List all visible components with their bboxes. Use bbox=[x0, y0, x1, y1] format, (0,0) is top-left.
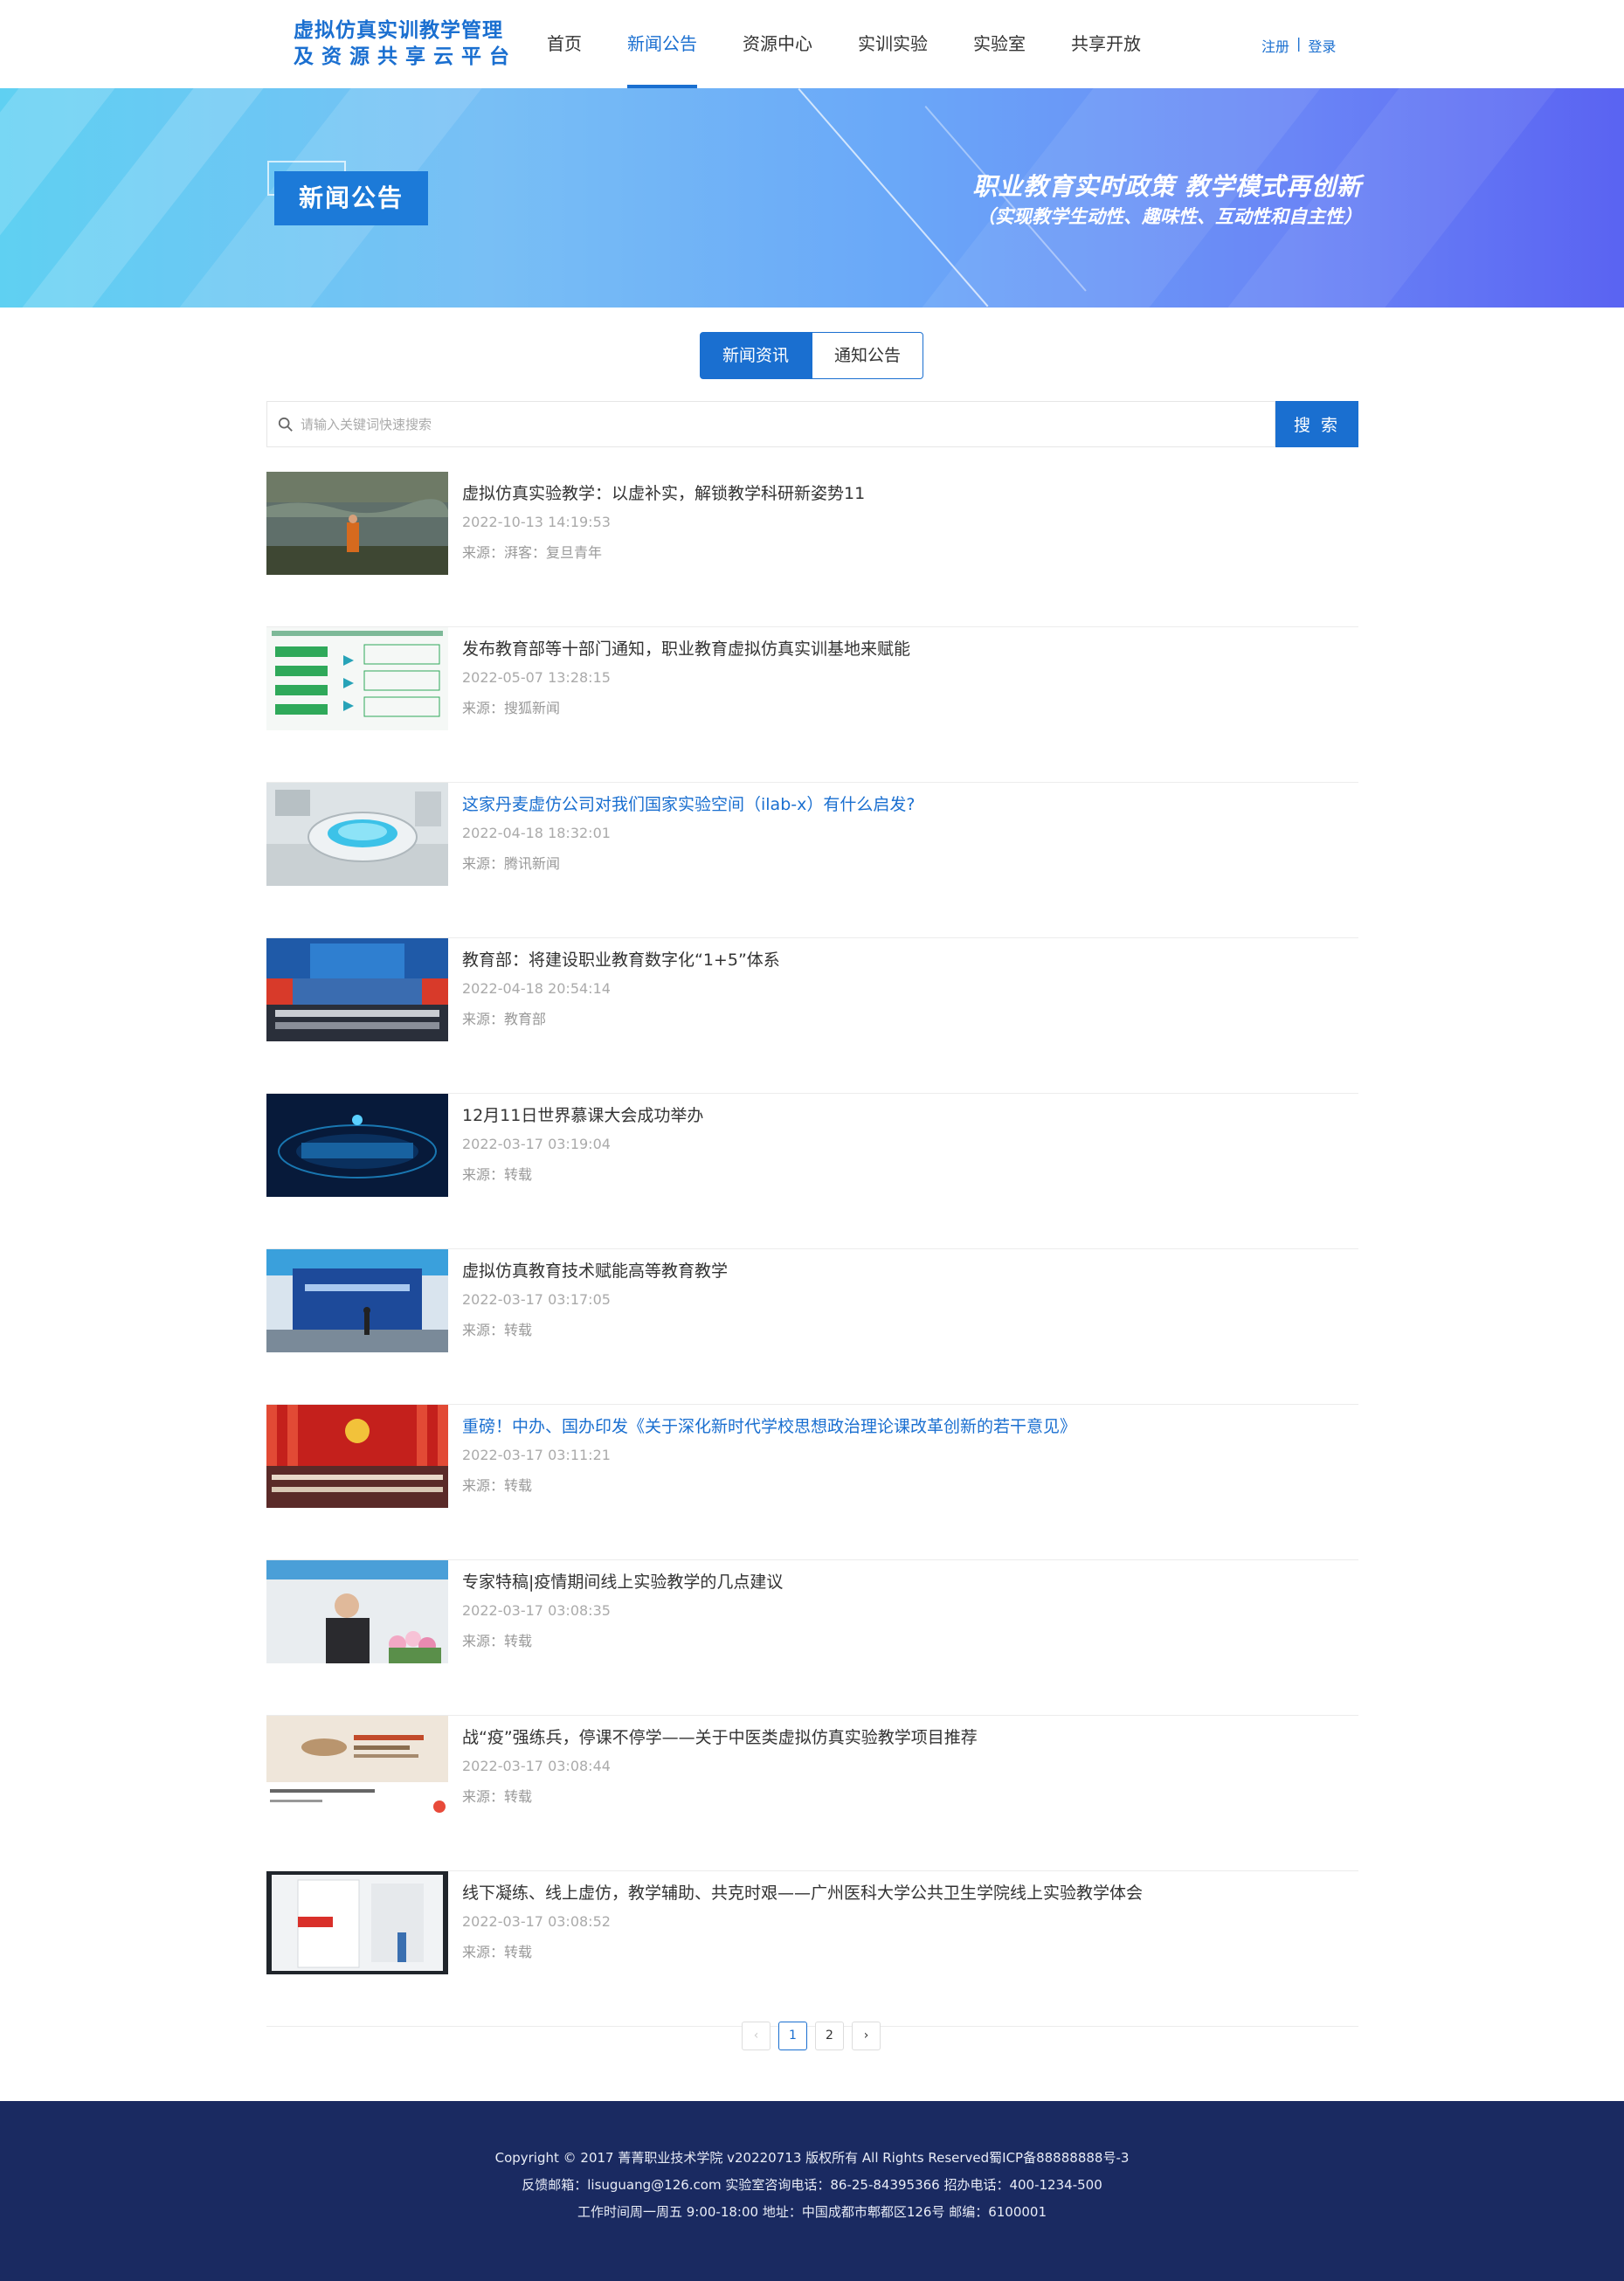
prev-page-button[interactable]: ‹ bbox=[742, 2022, 771, 2050]
news-banner bbox=[0, 88, 1624, 308]
news-title[interactable]: 虚拟仿真教育技术赋能高等教育教学 bbox=[462, 1260, 728, 1282]
news-item: 发布教育部等十部门通知，职业教育虚拟仿真实训基地来赋能 2022-05-07 1… bbox=[266, 627, 1358, 783]
slogan-line1: 职业教育实时政策 教学模式再创新 bbox=[972, 172, 1362, 201]
news-source: 来源：腾讯新闻 bbox=[462, 855, 561, 872]
news-item: 12月11日世界慕课大会成功举办 2022-03-17 03:19:04 来源：… bbox=[266, 1094, 1358, 1249]
banner-slogan: 职业教育实时政策 教学模式再创新 （实现教学生动性、趣味性、互动性和自主性） bbox=[972, 170, 1362, 230]
news-date: 2022-03-17 03:08:52 bbox=[462, 1913, 611, 1930]
news-thumbnail[interactable] bbox=[266, 472, 448, 575]
news-item: 专家特稿|疫情期间线上实验教学的几点建议 2022-03-17 03:08:35… bbox=[266, 1560, 1358, 1716]
news-date: 2022-03-17 03:08:35 bbox=[462, 1602, 611, 1619]
nav-sharing[interactable]: 共享开放 bbox=[1071, 0, 1141, 88]
news-thumbnail[interactable] bbox=[266, 783, 448, 886]
register-link[interactable]: 注册 bbox=[1261, 35, 1289, 56]
search-box bbox=[266, 401, 1275, 447]
search-input[interactable] bbox=[301, 416, 1275, 432]
banner-tag: 新闻公告 bbox=[274, 171, 428, 225]
news-info: 虚拟仿真教育技术赋能高等教育教学 2022-03-17 03:17:05 来源：… bbox=[462, 1260, 728, 1340]
news-date: 2022-03-17 03:17:05 bbox=[462, 1291, 611, 1308]
news-source: 来源：转载 bbox=[462, 1633, 533, 1649]
news-item: 战“疫”强练兵，停课不停学——关于中医类虚拟仿真实验教学项目推荐 2022-03… bbox=[266, 1716, 1358, 1871]
news-info: 虚拟仿真实验教学：以虚补实，解锁教学科研新姿势11 2022-10-13 14:… bbox=[462, 482, 865, 563]
auth-links: 注册 | 登录 bbox=[1261, 35, 1336, 56]
news-title[interactable]: 专家特稿|疫情期间线上实验教学的几点建议 bbox=[462, 1571, 783, 1593]
news-source: 来源：转载 bbox=[462, 1944, 533, 1960]
news-item: 重磅！中办、国办印发《关于深化新时代学校思想政治理论课改革创新的若干意见》 20… bbox=[266, 1405, 1358, 1560]
news-info: 专家特稿|疫情期间线上实验教学的几点建议 2022-03-17 03:08:35… bbox=[462, 1571, 783, 1651]
pagination: ‹ 1 2 › bbox=[742, 2022, 881, 2050]
tab-notice[interactable]: 通知公告 bbox=[812, 332, 923, 379]
page-1-button[interactable]: 1 bbox=[778, 2022, 807, 2050]
news-title[interactable]: 线下凝练、线上虚仿，教学辅助、共克时艰——广州医科大学公共卫生学院线上实验教学体… bbox=[462, 1882, 1143, 1904]
banner-line bbox=[798, 88, 989, 308]
logo-line2: 及资源共享云平台 bbox=[294, 45, 517, 68]
news-date: 2022-03-17 03:19:04 bbox=[462, 1136, 611, 1152]
news-source: 来源：搜狐新闻 bbox=[462, 700, 561, 716]
news-thumbnail[interactable] bbox=[266, 1560, 448, 1663]
news-source: 来源：转载 bbox=[462, 1477, 533, 1494]
news-info: 12月11日世界慕课大会成功举办 2022-03-17 03:19:04 来源：… bbox=[462, 1104, 703, 1185]
footer-address: 工作时间周一周五 9:00-18:00 地址：中国成都市郫都区126号 邮编：6… bbox=[577, 2204, 1047, 2220]
header: 虚拟仿真实训教学管理 及资源共享云平台 首页 新闻公告 资源中心 实训实验 实验… bbox=[0, 0, 1624, 88]
news-item: 教育部：将建设职业教育数字化“1+5”体系 2022-04-18 20:54:1… bbox=[266, 938, 1358, 1094]
news-info: 这家丹麦虚仿公司对我们国家实验空间（ilab-x）有什么启发? 2022-04-… bbox=[462, 793, 915, 874]
news-date: 2022-05-07 13:28:15 bbox=[462, 669, 611, 686]
news-info: 重磅！中办、国办印发《关于深化新时代学校思想政治理论课改革创新的若干意见》 20… bbox=[462, 1415, 1076, 1496]
news-item: 这家丹麦虚仿公司对我们国家实验空间（ilab-x）有什么启发? 2022-04-… bbox=[266, 783, 1358, 938]
news-title[interactable]: 战“疫”强练兵，停课不停学——关于中医类虚拟仿真实验教学项目推荐 bbox=[462, 1726, 978, 1749]
news-source: 来源：转载 bbox=[462, 1322, 533, 1338]
news-date: 2022-04-18 18:32:01 bbox=[462, 825, 611, 841]
site-logo[interactable]: 虚拟仿真实训教学管理 及资源共享云平台 bbox=[294, 17, 522, 70]
footer-copyright: Copyright © 2017 菁菁职业技术学院 v20220713 版权所有… bbox=[494, 2150, 1130, 2166]
news-title[interactable]: 重磅！中办、国办印发《关于深化新时代学校思想政治理论课改革创新的若干意见》 bbox=[462, 1415, 1076, 1438]
logo-line1: 虚拟仿真实训教学管理 bbox=[294, 19, 503, 42]
footer-contact: 反馈邮箱：lisuguang@126.com 实验室咨询电话：86-25-843… bbox=[522, 2177, 1102, 2193]
news-thumbnail[interactable] bbox=[266, 1094, 448, 1197]
news-tabs: 新闻资讯 通知公告 bbox=[700, 332, 923, 379]
news-item: 虚拟仿真实验教学：以虚补实，解锁教学科研新姿势11 2022-10-13 14:… bbox=[266, 472, 1358, 627]
search-button[interactable]: 搜 索 bbox=[1275, 401, 1358, 447]
news-date: 2022-04-18 20:54:14 bbox=[462, 980, 611, 997]
news-thumbnail[interactable] bbox=[266, 1405, 448, 1508]
news-date: 2022-03-17 03:08:44 bbox=[462, 1758, 611, 1774]
next-page-button[interactable]: › bbox=[852, 2022, 881, 2050]
news-title[interactable]: 虚拟仿真实验教学：以虚补实，解锁教学科研新姿势11 bbox=[462, 482, 865, 505]
news-source: 来源：教育部 bbox=[462, 1011, 547, 1027]
slogan-line2: （实现教学生动性、趣味性、互动性和自主性） bbox=[977, 206, 1362, 227]
news-source: 来源：转载 bbox=[462, 1166, 533, 1183]
nav-lab[interactable]: 实验室 bbox=[973, 0, 1026, 88]
news-list: 虚拟仿真实验教学：以虚补实，解锁教学科研新姿势11 2022-10-13 14:… bbox=[266, 472, 1358, 2027]
news-title[interactable]: 这家丹麦虚仿公司对我们国家实验空间（ilab-x）有什么启发? bbox=[462, 793, 915, 816]
nav-training[interactable]: 实训实验 bbox=[858, 0, 928, 88]
main-nav: 首页 新闻公告 资源中心 实训实验 实验室 共享开放 bbox=[547, 0, 1186, 88]
news-title[interactable]: 12月11日世界慕课大会成功举办 bbox=[462, 1104, 703, 1127]
news-thumbnail[interactable] bbox=[266, 1716, 448, 1819]
news-date: 2022-10-13 14:19:53 bbox=[462, 514, 611, 530]
nav-home[interactable]: 首页 bbox=[547, 0, 582, 88]
nav-resources[interactable]: 资源中心 bbox=[743, 0, 812, 88]
search-bar: 搜 索 bbox=[266, 401, 1358, 447]
tab-news[interactable]: 新闻资讯 bbox=[700, 332, 812, 379]
search-icon bbox=[278, 417, 293, 432]
nav-news[interactable]: 新闻公告 bbox=[627, 0, 697, 88]
news-source: 来源：转载 bbox=[462, 1788, 533, 1805]
news-info: 战“疫”强练兵，停课不停学——关于中医类虚拟仿真实验教学项目推荐 2022-03… bbox=[462, 1726, 978, 1807]
news-item: 虚拟仿真教育技术赋能高等教育教学 2022-03-17 03:17:05 来源：… bbox=[266, 1249, 1358, 1405]
news-thumbnail[interactable] bbox=[266, 1249, 448, 1352]
page-2-button[interactable]: 2 bbox=[815, 2022, 844, 2050]
news-item: 线下凝练、线上虚仿，教学辅助、共克时艰——广州医科大学公共卫生学院线上实验教学体… bbox=[266, 1871, 1358, 2027]
footer: Copyright © 2017 菁菁职业技术学院 v20220713 版权所有… bbox=[0, 2101, 1624, 2281]
news-thumbnail[interactable] bbox=[266, 627, 448, 730]
news-info: 教育部：将建设职业教育数字化“1+5”体系 2022-04-18 20:54:1… bbox=[462, 949, 780, 1029]
news-info: 发布教育部等十部门通知，职业教育虚拟仿真实训基地来赋能 2022-05-07 1… bbox=[462, 638, 910, 718]
news-source: 来源：湃客：复旦青年 bbox=[462, 544, 603, 561]
news-title[interactable]: 教育部：将建设职业教育数字化“1+5”体系 bbox=[462, 949, 780, 971]
news-title[interactable]: 发布教育部等十部门通知，职业教育虚拟仿真实训基地来赋能 bbox=[462, 638, 910, 660]
news-thumbnail[interactable] bbox=[266, 1871, 448, 1974]
news-info: 线下凝练、线上虚仿，教学辅助、共克时艰——广州医科大学公共卫生学院线上实验教学体… bbox=[462, 1882, 1143, 1962]
login-link[interactable]: 登录 bbox=[1308, 35, 1336, 56]
news-date: 2022-03-17 03:11:21 bbox=[462, 1447, 611, 1463]
auth-separator: | bbox=[1296, 35, 1302, 52]
news-thumbnail[interactable] bbox=[266, 938, 448, 1041]
